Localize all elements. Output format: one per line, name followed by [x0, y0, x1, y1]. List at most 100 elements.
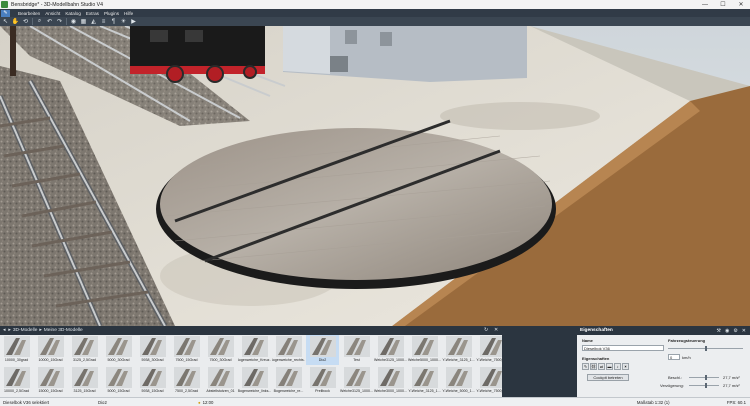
- refresh-icon[interactable]: ↻: [484, 328, 488, 333]
- edit-icon[interactable]: ✎: [582, 363, 589, 370]
- light-toggle-icon[interactable]: ☀: [622, 363, 629, 370]
- library-item[interactable]: 5938_30Grad: [136, 335, 169, 365]
- light-icon[interactable]: ☀: [120, 18, 127, 25]
- model-thumbnail: [71, 336, 98, 357]
- properties-close-icon[interactable]: ✕: [742, 328, 746, 334]
- library-item[interactable]: Bogenweiche_re...: [272, 366, 305, 396]
- tools-icon[interactable]: ⚒: [716, 328, 720, 334]
- camera-icon[interactable]: ◉: [70, 18, 77, 25]
- verz-slider-track[interactable]: [689, 385, 719, 386]
- model-label: 15000_15Grad: [38, 389, 63, 393]
- library-item[interactable]: Bogenweiche_Kreuz...: [238, 335, 271, 365]
- library-item[interactable]: Bogenweiche_rechts...: [272, 335, 305, 365]
- panel-close-icon[interactable]: ✕: [494, 328, 498, 333]
- signal-icon[interactable]: ¶: [110, 18, 117, 25]
- model-label: 7500_15Grad: [175, 358, 198, 362]
- 3d-viewport[interactable]: [0, 26, 750, 326]
- cursor-icon[interactable]: ↖: [2, 18, 9, 25]
- camera-small-icon[interactable]: ◉: [725, 328, 729, 334]
- menu-extras[interactable]: Extras: [86, 11, 99, 16]
- undo-icon[interactable]: ↶: [46, 18, 53, 25]
- clock-icon: ●: [198, 399, 201, 405]
- library-header: ◂ ▸ 3D-Modelle ▸ Meine 3D-Modelle ↻ ✕: [0, 326, 502, 335]
- hand-icon[interactable]: ✋: [12, 18, 19, 25]
- library-item[interactable]: 3125_2,5Grad: [68, 335, 101, 365]
- lib-nav-forward-icon[interactable]: ▸: [8, 328, 10, 333]
- model-thumbnail: [139, 367, 166, 388]
- library-item[interactable]: Weiche5000_1000...: [408, 335, 441, 365]
- couple-icon[interactable]: ⇌: [598, 363, 605, 370]
- name-field[interactable]: Dieselbok V36: [582, 345, 664, 351]
- model-library: 10000_30grad 10000_15Grad 3125_2,5Grad 5000…: [0, 335, 509, 397]
- menu-katalog[interactable]: Katalog: [65, 11, 81, 16]
- beschl-slider-thumb[interactable]: [705, 375, 707, 380]
- status-scale: Maßstab 1:32 (1): [636, 399, 670, 405]
- model-thumbnail: [105, 367, 132, 388]
- library-item[interactable]: Abstellstutzen_01: [204, 366, 237, 396]
- model-label: Test: [353, 358, 360, 362]
- close-icon[interactable]: ✕: [732, 0, 750, 9]
- library-item[interactable]: Y-Weiche_3125_1...: [442, 335, 475, 365]
- terrain-icon[interactable]: ◭: [90, 18, 97, 25]
- verz-slider-thumb[interactable]: [705, 383, 707, 388]
- library-item[interactable]: Test: [340, 335, 373, 365]
- library-item[interactable]: 5000_30Grad: [102, 335, 135, 365]
- library-item[interactable]: 7500_15Grad: [170, 335, 203, 365]
- model-label: Bogenweiche_links...: [238, 389, 271, 393]
- panel-divider: [502, 326, 577, 397]
- library-item[interactable]: Y-Weiche_5000_1...: [442, 366, 475, 396]
- library-item[interactable]: Weiche3125_1000...: [374, 335, 407, 365]
- grid-icon[interactable]: ▦: [80, 18, 87, 25]
- track-icon[interactable]: ≡: [100, 18, 107, 25]
- library-item[interactable]: Y-Weiche_3125_1...: [408, 366, 441, 396]
- breadcrumb-sub[interactable]: Meine 3D-Modelle: [44, 328, 83, 333]
- library-item[interactable]: 10000_2,5Grad: [0, 366, 33, 396]
- fahrzeugsteuerung-label: Fahrzeugsteuerung: [668, 338, 706, 343]
- link-icon[interactable]: ⛓: [590, 363, 597, 370]
- sound-icon[interactable]: ♪: [614, 363, 621, 370]
- library-item[interactable]: Bogenweiche_links...: [238, 366, 271, 396]
- model-label: Abstellstutzen_01: [206, 389, 235, 393]
- maximize-icon[interactable]: ☐: [714, 0, 732, 9]
- menu-bar: ✎ Bearbeiten Ansicht Katalog Extras Plug…: [0, 9, 750, 17]
- minimize-icon[interactable]: —: [696, 0, 714, 9]
- model-thumbnail: [309, 367, 336, 388]
- library-item[interactable]: 5000_15Grad: [102, 366, 135, 396]
- cockpit-button[interactable]: Cockpit betreten: [587, 374, 629, 381]
- menu-ansicht[interactable]: Ansicht: [45, 11, 60, 16]
- toolbar: ↖ ✋ ⟲ ⌕ ↶ ↷ ◉ ▦ ◭ ≡ ¶ ☀ ▶: [0, 17, 750, 26]
- model-thumbnail: [411, 367, 438, 388]
- beschl-slider-track[interactable]: [689, 377, 719, 378]
- settings-icon[interactable]: ⚙: [733, 328, 737, 334]
- speed-slider-thumb[interactable]: [705, 346, 707, 351]
- menu-plugins[interactable]: Plugins: [104, 11, 119, 16]
- speed-field[interactable]: 0: [668, 354, 680, 360]
- menu-bearbeiten[interactable]: Bearbeiten: [18, 11, 40, 16]
- model-label: Prellbock: [315, 389, 330, 393]
- train-icon[interactable]: ▬: [606, 363, 613, 370]
- menu-hilfe[interactable]: Hilfe: [124, 11, 133, 16]
- library-item[interactable]: 5938_15Grad: [136, 366, 169, 396]
- library-item[interactable]: 7500_30Grad: [204, 335, 237, 365]
- library-item[interactable]: 7500_2,5Grad: [170, 366, 203, 396]
- rotate-icon[interactable]: ⟲: [22, 18, 29, 25]
- library-item[interactable]: Weiche3000_1000...: [374, 366, 407, 396]
- library-item[interactable]: Prellbock: [306, 366, 339, 396]
- property-tool-row: ✎ ⛓ ⇌ ▬ ♪ ☀: [582, 363, 629, 370]
- library-item[interactable]: 3125_15Grad: [68, 366, 101, 396]
- library-item[interactable]: Weiche3125_1000...: [340, 366, 373, 396]
- library-item[interactable]: 10000_15Grad: [34, 335, 67, 365]
- redo-icon[interactable]: ↷: [56, 18, 63, 25]
- model-thumbnail: [343, 367, 370, 388]
- lib-nav-back-icon[interactable]: ◂: [3, 328, 5, 333]
- play-icon[interactable]: ▶: [130, 18, 137, 25]
- tab-eigenschaften[interactable]: Eigenschaften: [580, 328, 613, 333]
- zoom-icon[interactable]: ⌕: [36, 18, 43, 25]
- library-item[interactable]: 10000_30grad: [0, 335, 33, 365]
- library-item[interactable]: 15000_15Grad: [34, 366, 67, 396]
- window-title: Bensbridge* - 3D-Modellbahn Studio V4: [11, 1, 103, 8]
- breadcrumb-root[interactable]: 3D-Modelle: [13, 328, 38, 333]
- pencil-icon[interactable]: ✎: [1, 9, 10, 17]
- library-item[interactable]: Dio2: [306, 335, 339, 365]
- model-thumbnail: [105, 336, 132, 357]
